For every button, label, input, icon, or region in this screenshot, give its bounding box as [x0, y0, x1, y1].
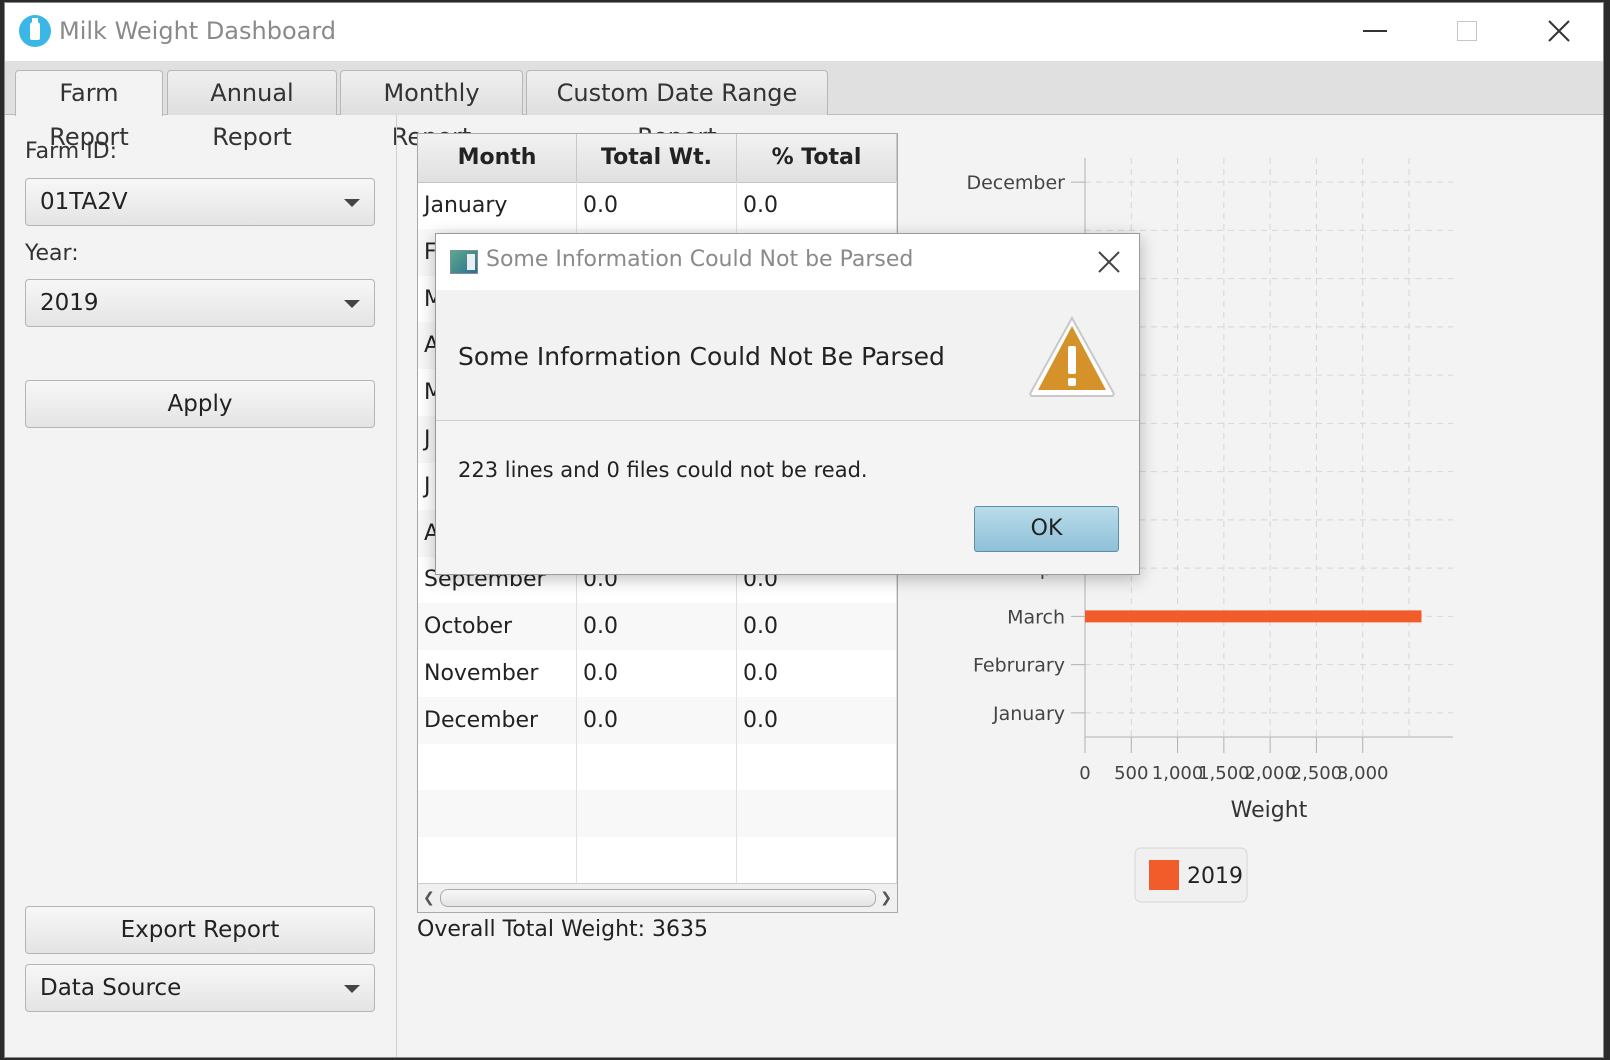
- year-value: 2019: [40, 290, 99, 316]
- year-label: Year:: [25, 241, 79, 266]
- cell-total-wt: [577, 837, 737, 885]
- export-report-button[interactable]: Export Report: [25, 906, 375, 954]
- milk-bottle-icon: [19, 15, 51, 47]
- maximize-icon: [1457, 21, 1477, 41]
- x-tick-label: 500: [1114, 763, 1148, 784]
- table-row[interactable]: October 0.0 0.0: [418, 603, 897, 651]
- legend-label: 2019: [1187, 864, 1243, 889]
- farm-id-combobox[interactable]: 01TA2V: [25, 178, 375, 226]
- cell-percent-total: 0.0: [737, 696, 897, 744]
- tab-annual-report[interactable]: Annual Report: [167, 70, 337, 151]
- cell-month: January: [418, 182, 577, 229]
- title-bar[interactable]: Milk Weight Dashboard: [5, 3, 1603, 61]
- column-header-percent-total[interactable]: % Total: [737, 134, 897, 182]
- farm-id-value: 01TA2V: [40, 189, 128, 215]
- column-header-total-wt[interactable]: Total Wt.: [577, 134, 737, 182]
- maximize-button[interactable]: [1445, 11, 1489, 51]
- cell-total-wt: 0.0: [577, 603, 737, 651]
- dialog-title-bar[interactable]: Some Information Could Not be Parsed: [436, 234, 1139, 290]
- dialog-header-text: Some Information Could Not Be Parsed: [458, 342, 945, 371]
- chevron-down-icon: [344, 985, 360, 993]
- data-source-combobox[interactable]: Data Source: [25, 964, 375, 1012]
- scroll-left-icon[interactable]: ❮: [423, 890, 435, 906]
- cell-total-wt: 0.0: [577, 182, 737, 229]
- table-row[interactable]: [418, 837, 897, 885]
- cell-month: December: [418, 696, 577, 744]
- x-tick-label: 0: [1079, 763, 1090, 784]
- cell-percent-total: 0.0: [737, 182, 897, 229]
- tab-custom-date-range-report[interactable]: Custom Date Range Report: [526, 70, 828, 151]
- cell-month: October: [418, 603, 577, 651]
- warning-icon: [1029, 315, 1115, 397]
- cell-total-wt: [577, 790, 737, 838]
- tab-farm-report[interactable]: Farm Report: [15, 70, 163, 151]
- y-tick-label: December: [966, 172, 1065, 194]
- chevron-down-icon: [344, 199, 360, 207]
- cell-total-wt: 0.0: [577, 696, 737, 744]
- x-tick-label: 1,000: [1152, 763, 1204, 784]
- cell-total-wt: [577, 743, 737, 791]
- app-window: Milk Weight Dashboard Farm Report Annual…: [4, 2, 1604, 1058]
- farm-id-label: Farm ID:: [25, 139, 118, 164]
- x-tick-label: 3,000: [1337, 763, 1389, 784]
- x-tick-label: 1,500: [1198, 763, 1250, 784]
- table-header: Month Total Wt. % Total: [418, 134, 897, 183]
- cell-percent-total: 0.0: [737, 603, 897, 651]
- y-tick-label: January: [992, 703, 1065, 725]
- close-icon: [1098, 251, 1120, 273]
- data-source-value: Data Source: [40, 975, 182, 1001]
- dialog-content-text: 223 lines and 0 files could not be read.: [458, 458, 868, 482]
- cell-month: [418, 790, 577, 838]
- cell-month: [418, 837, 577, 885]
- column-header-month[interactable]: Month: [418, 134, 577, 182]
- cell-total-wt: 0.0: [577, 650, 737, 697]
- minimize-icon: [1363, 30, 1387, 32]
- cell-month: [418, 743, 577, 791]
- cell-percent-total: [737, 790, 897, 838]
- window-icon: [450, 250, 478, 274]
- scrollbar-thumb[interactable]: [440, 889, 876, 907]
- tab-monthly-report[interactable]: Monthly Report: [340, 70, 523, 151]
- y-tick-label: Februrary: [973, 655, 1065, 677]
- window-title: Milk Weight Dashboard: [59, 17, 337, 45]
- parse-error-dialog: Some Information Could Not be Parsed Som…: [435, 233, 1140, 575]
- cell-percent-total: 0.0: [737, 650, 897, 697]
- tab-bar: Farm Report Annual Report Monthly Report…: [5, 61, 1603, 151]
- left-panel: Farm ID: 01TA2V Year: 2019 Apply Export …: [5, 115, 397, 1057]
- y-tick-label: March: [1007, 606, 1065, 628]
- dialog-header: Some Information Could Not Be Parsed: [436, 290, 1139, 421]
- chevron-down-icon: [344, 300, 360, 308]
- dialog-close-button[interactable]: [1093, 246, 1125, 278]
- x-tick-label: 2,500: [1291, 763, 1343, 784]
- overall-total-weight: Overall Total Weight: 3635: [417, 917, 709, 942]
- year-combobox[interactable]: 2019: [25, 279, 375, 327]
- legend-swatch: [1149, 860, 1179, 890]
- minimize-button[interactable]: [1353, 11, 1397, 51]
- x-tick-label: 2,000: [1244, 763, 1296, 784]
- table-row[interactable]: [418, 743, 897, 791]
- apply-button[interactable]: Apply: [25, 380, 375, 428]
- bar-march: [1085, 610, 1422, 623]
- table-row[interactable]: January 0.0 0.0: [418, 182, 897, 229]
- close-icon: [1548, 20, 1570, 42]
- ok-button[interactable]: OK: [974, 506, 1119, 552]
- close-window-button[interactable]: [1537, 11, 1581, 51]
- table-row[interactable]: [418, 790, 897, 838]
- dialog-title: Some Information Could Not be Parsed: [486, 247, 914, 272]
- horizontal-scrollbar[interactable]: ❮ ❯: [418, 883, 897, 912]
- cell-percent-total: [737, 837, 897, 885]
- table-row[interactable]: December 0.0 0.0: [418, 696, 897, 744]
- scroll-right-icon[interactable]: ❯: [880, 890, 892, 906]
- cell-percent-total: [737, 743, 897, 791]
- x-axis-label: Weight: [1231, 798, 1308, 823]
- cell-month: November: [418, 650, 577, 697]
- table-row[interactable]: November 0.0 0.0: [418, 650, 897, 697]
